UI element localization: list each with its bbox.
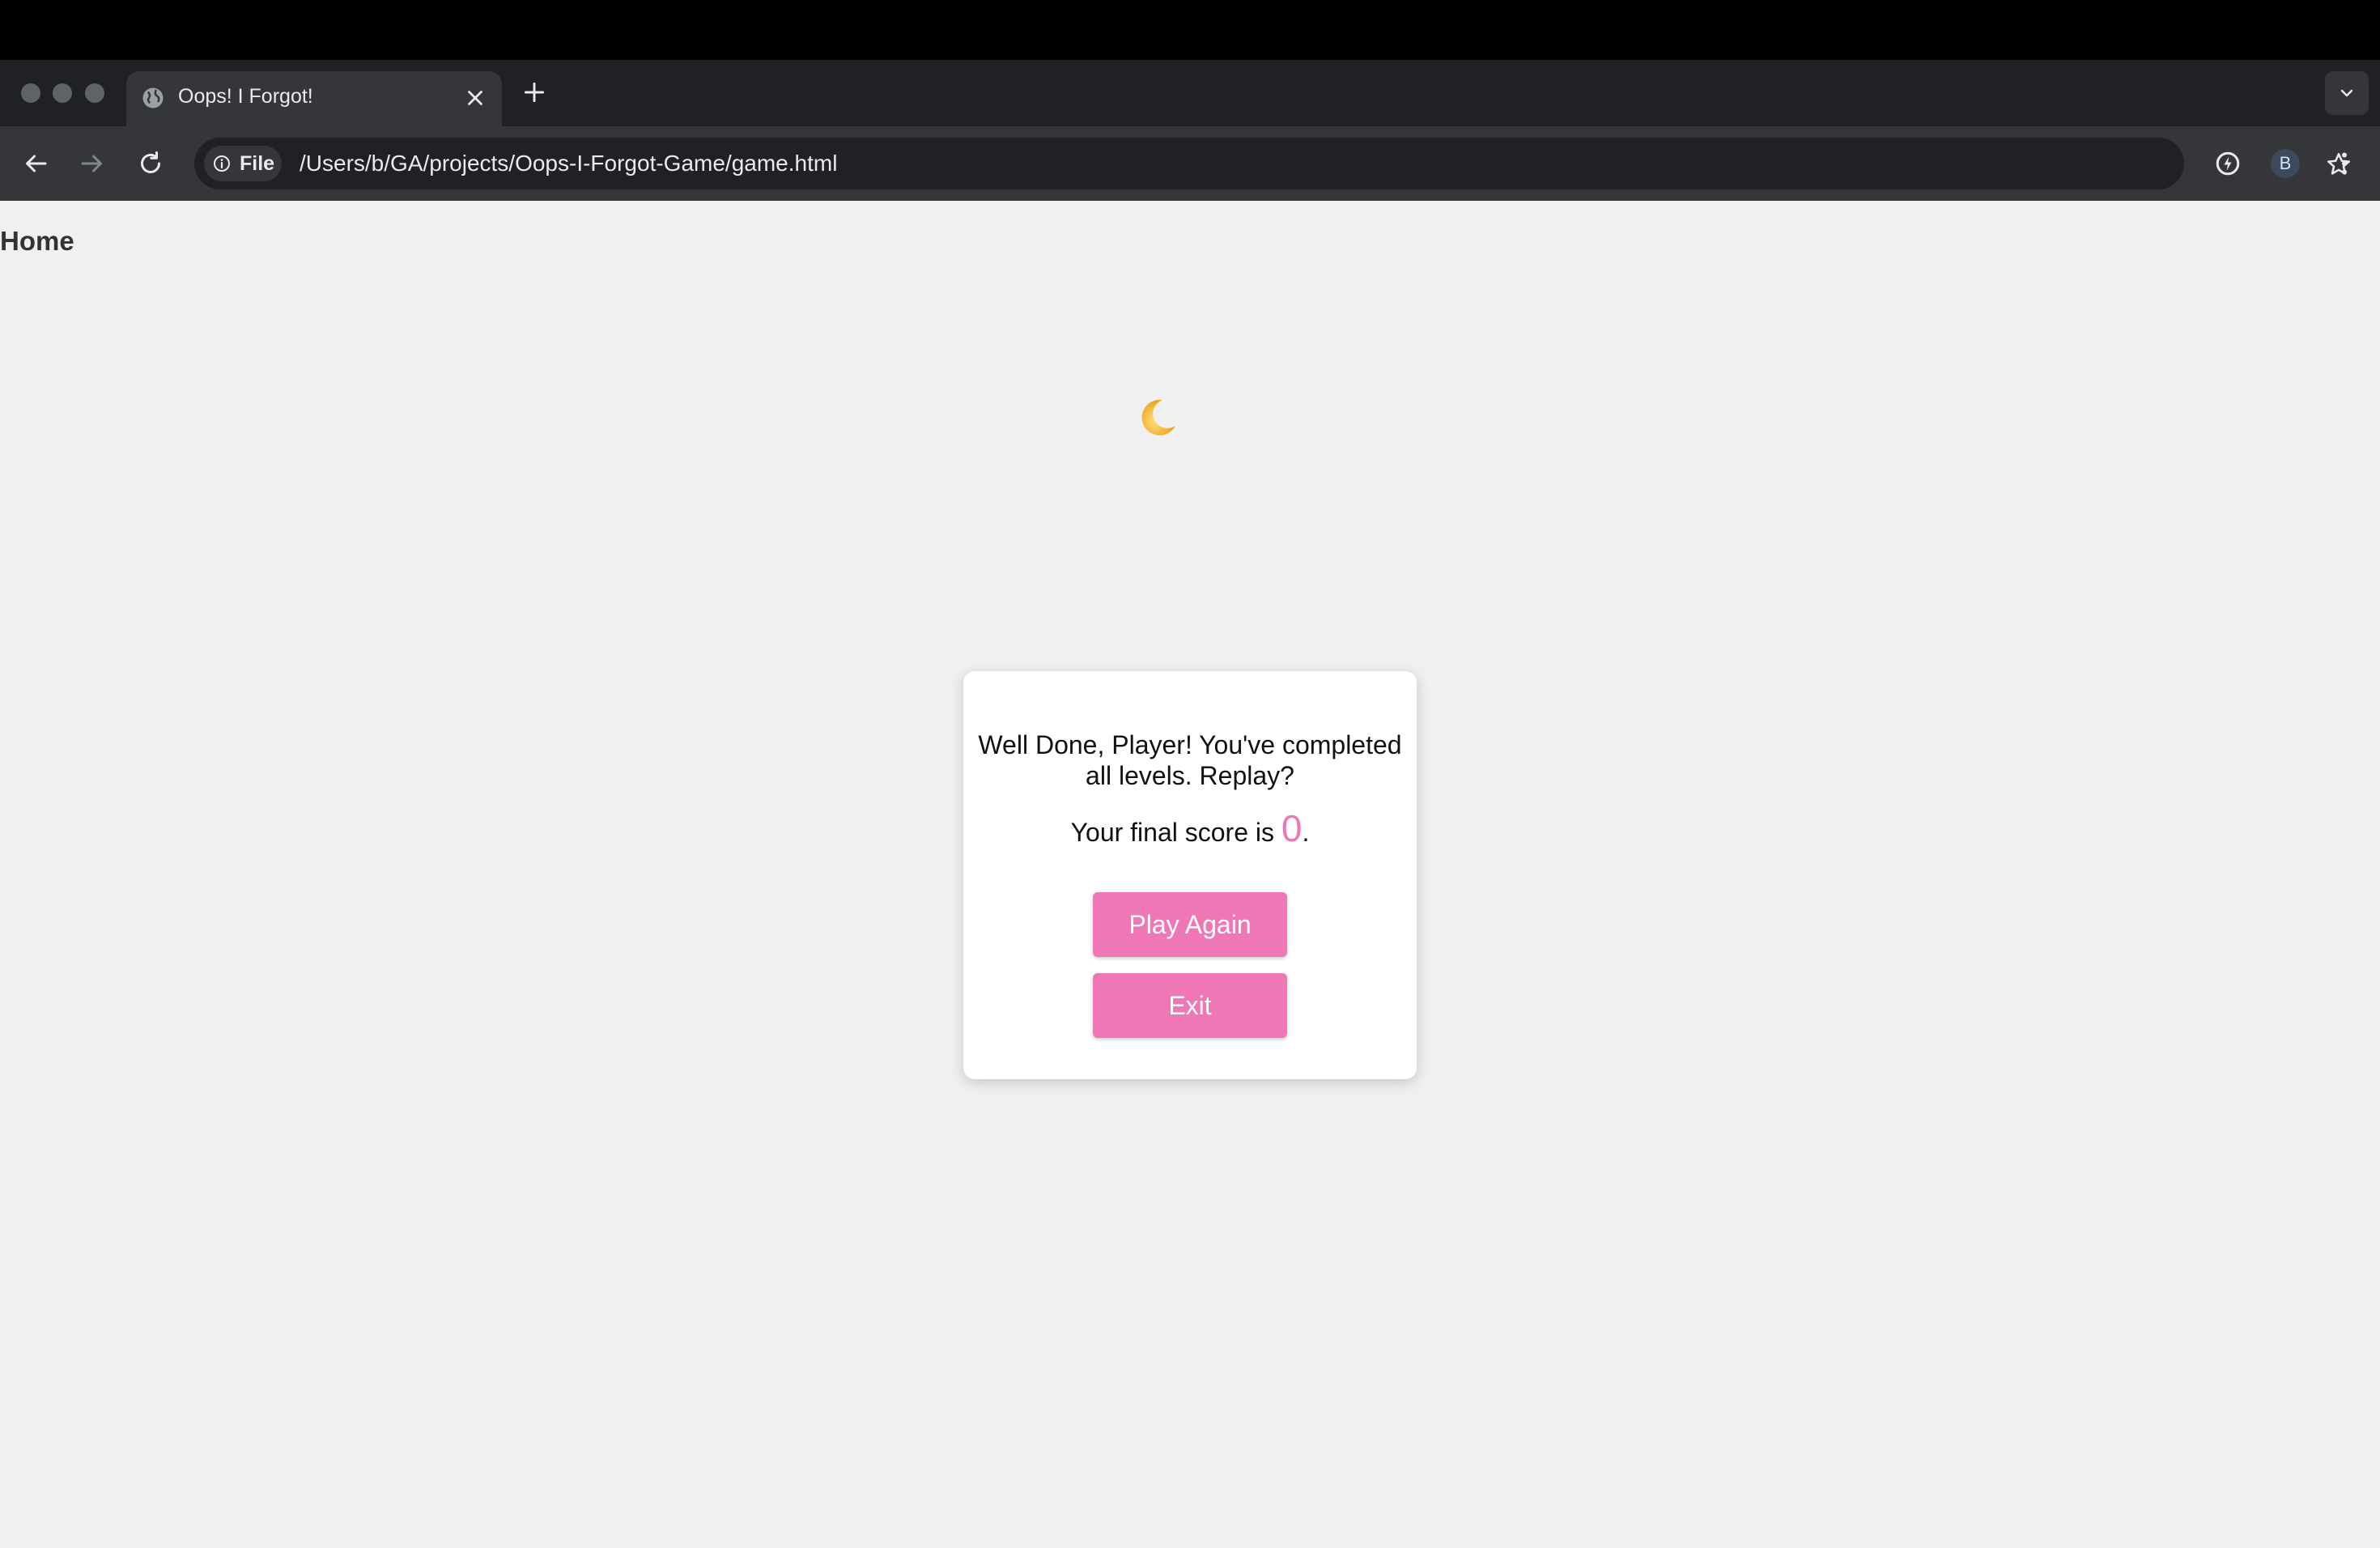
browser-tab[interactable]: Oops! I Forgot! bbox=[126, 71, 502, 126]
final-score-value: 0 bbox=[1281, 807, 1303, 849]
tab-title: Oops! I Forgot! bbox=[178, 85, 313, 108]
more-menu-icon[interactable] bbox=[2330, 149, 2359, 178]
back-arrow-icon[interactable] bbox=[21, 149, 50, 178]
address-bar[interactable]: File /Users/b/GA/projects/Oops-I-Forgot-… bbox=[194, 138, 2351, 189]
score-prefix: Your final score is bbox=[1070, 818, 1281, 847]
window-maximize-dot[interactable] bbox=[85, 83, 104, 103]
site-info-chip[interactable]: File bbox=[204, 146, 282, 181]
forward-arrow-icon[interactable] bbox=[78, 149, 107, 178]
reload-icon[interactable] bbox=[136, 149, 165, 178]
home-link[interactable]: Home bbox=[0, 225, 74, 257]
play-again-button[interactable]: Play Again bbox=[1093, 892, 1287, 957]
exit-button[interactable]: Exit bbox=[1093, 973, 1287, 1038]
tab-search-button[interactable] bbox=[2325, 71, 2369, 115]
completion-message: Well Done, Player! You've completed all … bbox=[978, 730, 1402, 790]
score-suffix: . bbox=[1302, 818, 1310, 847]
window-minimize-dot[interactable] bbox=[53, 83, 72, 103]
close-tab-icon[interactable] bbox=[463, 86, 487, 110]
performance-icon[interactable] bbox=[2213, 149, 2242, 178]
profile-avatar[interactable]: B bbox=[2271, 149, 2300, 178]
final-score-line: Your final score is 0. bbox=[963, 807, 1417, 853]
screen-top-bar bbox=[0, 0, 2380, 60]
globe-icon bbox=[142, 87, 164, 108]
url-text[interactable]: /Users/b/GA/projects/Oops-I-Forgot-Game/… bbox=[300, 149, 837, 178]
info-icon bbox=[214, 155, 230, 172]
chevron-down-icon bbox=[2340, 89, 2353, 97]
crescent-moon-icon bbox=[1141, 399, 1175, 436]
page-viewport: Home Well Done, Player! You've completed… bbox=[0, 201, 2380, 1548]
window-close-dot[interactable] bbox=[21, 83, 40, 103]
site-info-label: File bbox=[240, 152, 275, 175]
game-complete-dialog: Well Done, Player! You've completed all … bbox=[963, 671, 1417, 1079]
new-tab-icon[interactable] bbox=[521, 79, 547, 105]
